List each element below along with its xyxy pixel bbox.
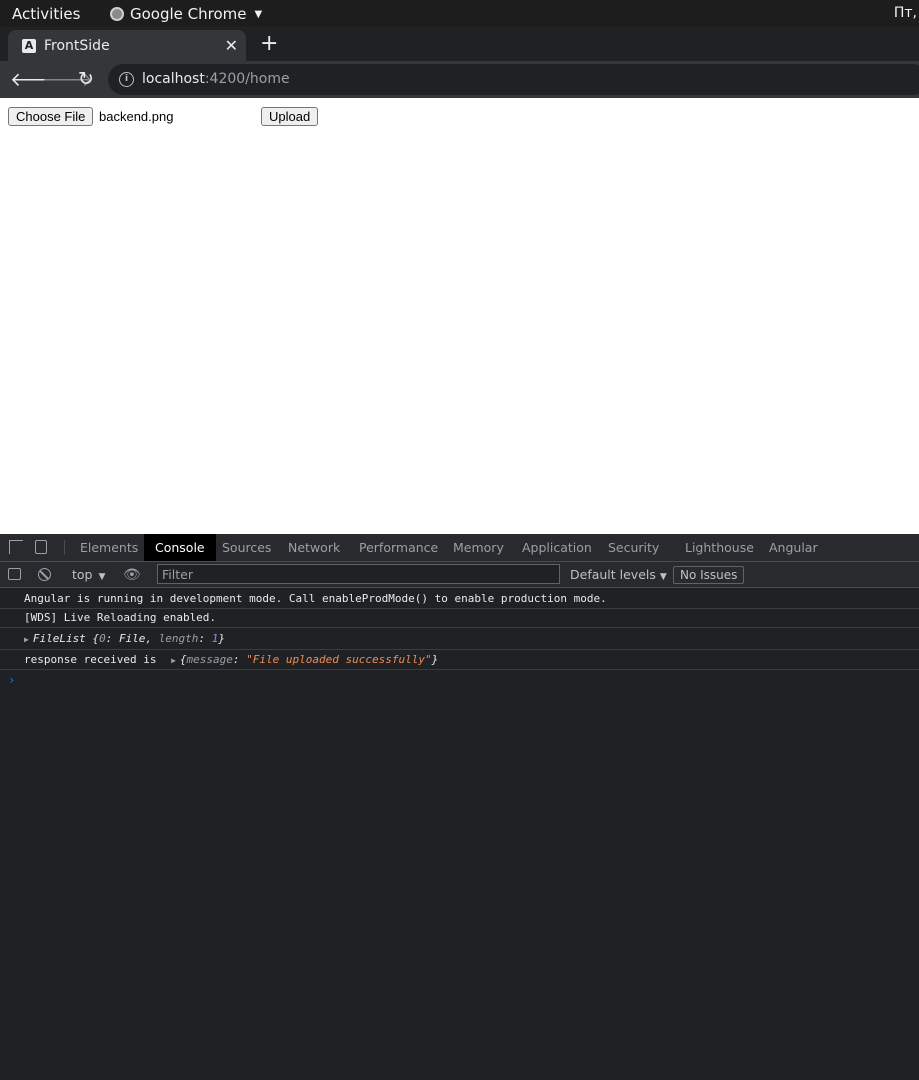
context-label: top xyxy=(72,567,93,582)
tab-memory[interactable]: Memory xyxy=(442,534,515,561)
expand-triangle-icon[interactable]: ▶ xyxy=(24,635,29,644)
tab-application[interactable]: Application xyxy=(511,534,603,561)
log-levels-dropdown[interactable]: Default levels ▼ xyxy=(570,567,667,582)
console-message: [WDS] Live Reloading enabled. xyxy=(0,609,919,628)
console-message: Angular is running in development mode. … xyxy=(0,589,919,609)
back-icon[interactable]: 🡐 xyxy=(10,68,61,91)
inspect-element-icon[interactable] xyxy=(9,540,23,554)
object-key: length xyxy=(158,632,199,645)
message-text: [WDS] Live Reloading enabled. xyxy=(24,611,217,624)
object-value: "File uploaded successfully" xyxy=(246,653,432,666)
tab-sources[interactable]: Sources xyxy=(211,534,282,561)
console-toolbar: top ▼ 👁 Filter Default levels ▼ No Issues xyxy=(0,562,919,588)
forward-icon[interactable]: 🡒 xyxy=(42,68,93,91)
context-selector[interactable]: top ▼ xyxy=(72,567,105,582)
tab-console[interactable]: Console xyxy=(144,534,216,561)
devtools-tab-bar: Elements Console Sources Network Perform… xyxy=(0,534,919,562)
console-message[interactable]: response received is ▶ {message: "File up… xyxy=(0,650,919,670)
message-prefix: response received is xyxy=(24,653,157,666)
message-text: Angular is running in development mode. … xyxy=(24,592,607,605)
console-message[interactable]: ▶ FileList {0: File, length: 1} xyxy=(0,628,919,650)
clear-console-icon[interactable] xyxy=(38,568,51,581)
new-tab-button[interactable]: + xyxy=(260,31,278,56)
tab-strip: A FrontSide ✕ + xyxy=(0,27,919,61)
sidebar-toggle-icon[interactable] xyxy=(8,568,21,580)
tab-lighthouse[interactable]: Lighthouse xyxy=(674,534,765,561)
object-value: File xyxy=(118,632,146,645)
brace: { xyxy=(85,632,100,645)
tab-performance[interactable]: Performance xyxy=(348,534,449,561)
device-toolbar-icon[interactable] xyxy=(35,540,47,554)
info-icon[interactable]: i xyxy=(119,72,134,87)
page-content: Choose File backend.png Upload xyxy=(0,98,919,534)
divider xyxy=(64,540,65,555)
browser-toolbar: 🡐 🡒 ↻ i localhost:4200/home xyxy=(0,61,919,98)
dropdown-arrow-icon: ▼ xyxy=(659,572,667,582)
close-icon[interactable]: ✕ xyxy=(225,36,238,55)
object-key: 0 xyxy=(99,632,106,645)
chrome-icon xyxy=(110,7,124,21)
caret-down-icon: ▼ xyxy=(254,8,263,20)
levels-label: Default levels xyxy=(570,567,656,582)
app-name: Google Chrome xyxy=(130,5,247,23)
tab-title: FrontSide xyxy=(44,38,110,54)
browser-tab[interactable]: A FrontSide ✕ xyxy=(8,30,246,61)
dropdown-arrow-icon: ▼ xyxy=(98,572,106,582)
tab-elements[interactable]: Elements xyxy=(69,534,149,561)
clock[interactable]: Пт, xyxy=(894,5,917,21)
object-type: FileList xyxy=(32,632,86,645)
selected-file-name: backend.png xyxy=(99,109,174,124)
tab-network[interactable]: Network xyxy=(277,534,351,561)
brace: } xyxy=(218,632,225,645)
issues-button[interactable]: No Issues xyxy=(673,566,745,584)
reload-icon[interactable]: ↻ xyxy=(74,68,98,90)
url-text[interactable]: localhost:4200/home xyxy=(142,71,290,87)
upload-button[interactable]: Upload xyxy=(261,107,319,126)
console-prompt[interactable]: › xyxy=(8,673,15,687)
devtools-panel: Elements Console Sources Network Perform… xyxy=(0,534,919,1080)
url-path: :4200/home xyxy=(204,71,290,87)
tab-angular[interactable]: Angular xyxy=(758,534,829,561)
filter-input[interactable]: Filter xyxy=(157,564,560,584)
eye-icon[interactable]: 👁 xyxy=(123,567,141,583)
address-bar[interactable]: i localhost:4200/home xyxy=(108,64,919,95)
app-menu[interactable]: Google Chrome ▼ xyxy=(110,5,262,23)
tab-security[interactable]: Security xyxy=(597,534,670,561)
expand-triangle-icon[interactable]: ▶ xyxy=(171,656,176,665)
object-key: message xyxy=(186,653,233,666)
url-host: localhost xyxy=(142,71,205,87)
os-top-bar: Activities Google Chrome ▼ Пт, xyxy=(0,0,919,27)
activities-button[interactable]: Activities xyxy=(12,5,80,23)
choose-file-button[interactable]: Choose File xyxy=(8,107,94,126)
angular-icon: A xyxy=(22,39,36,53)
